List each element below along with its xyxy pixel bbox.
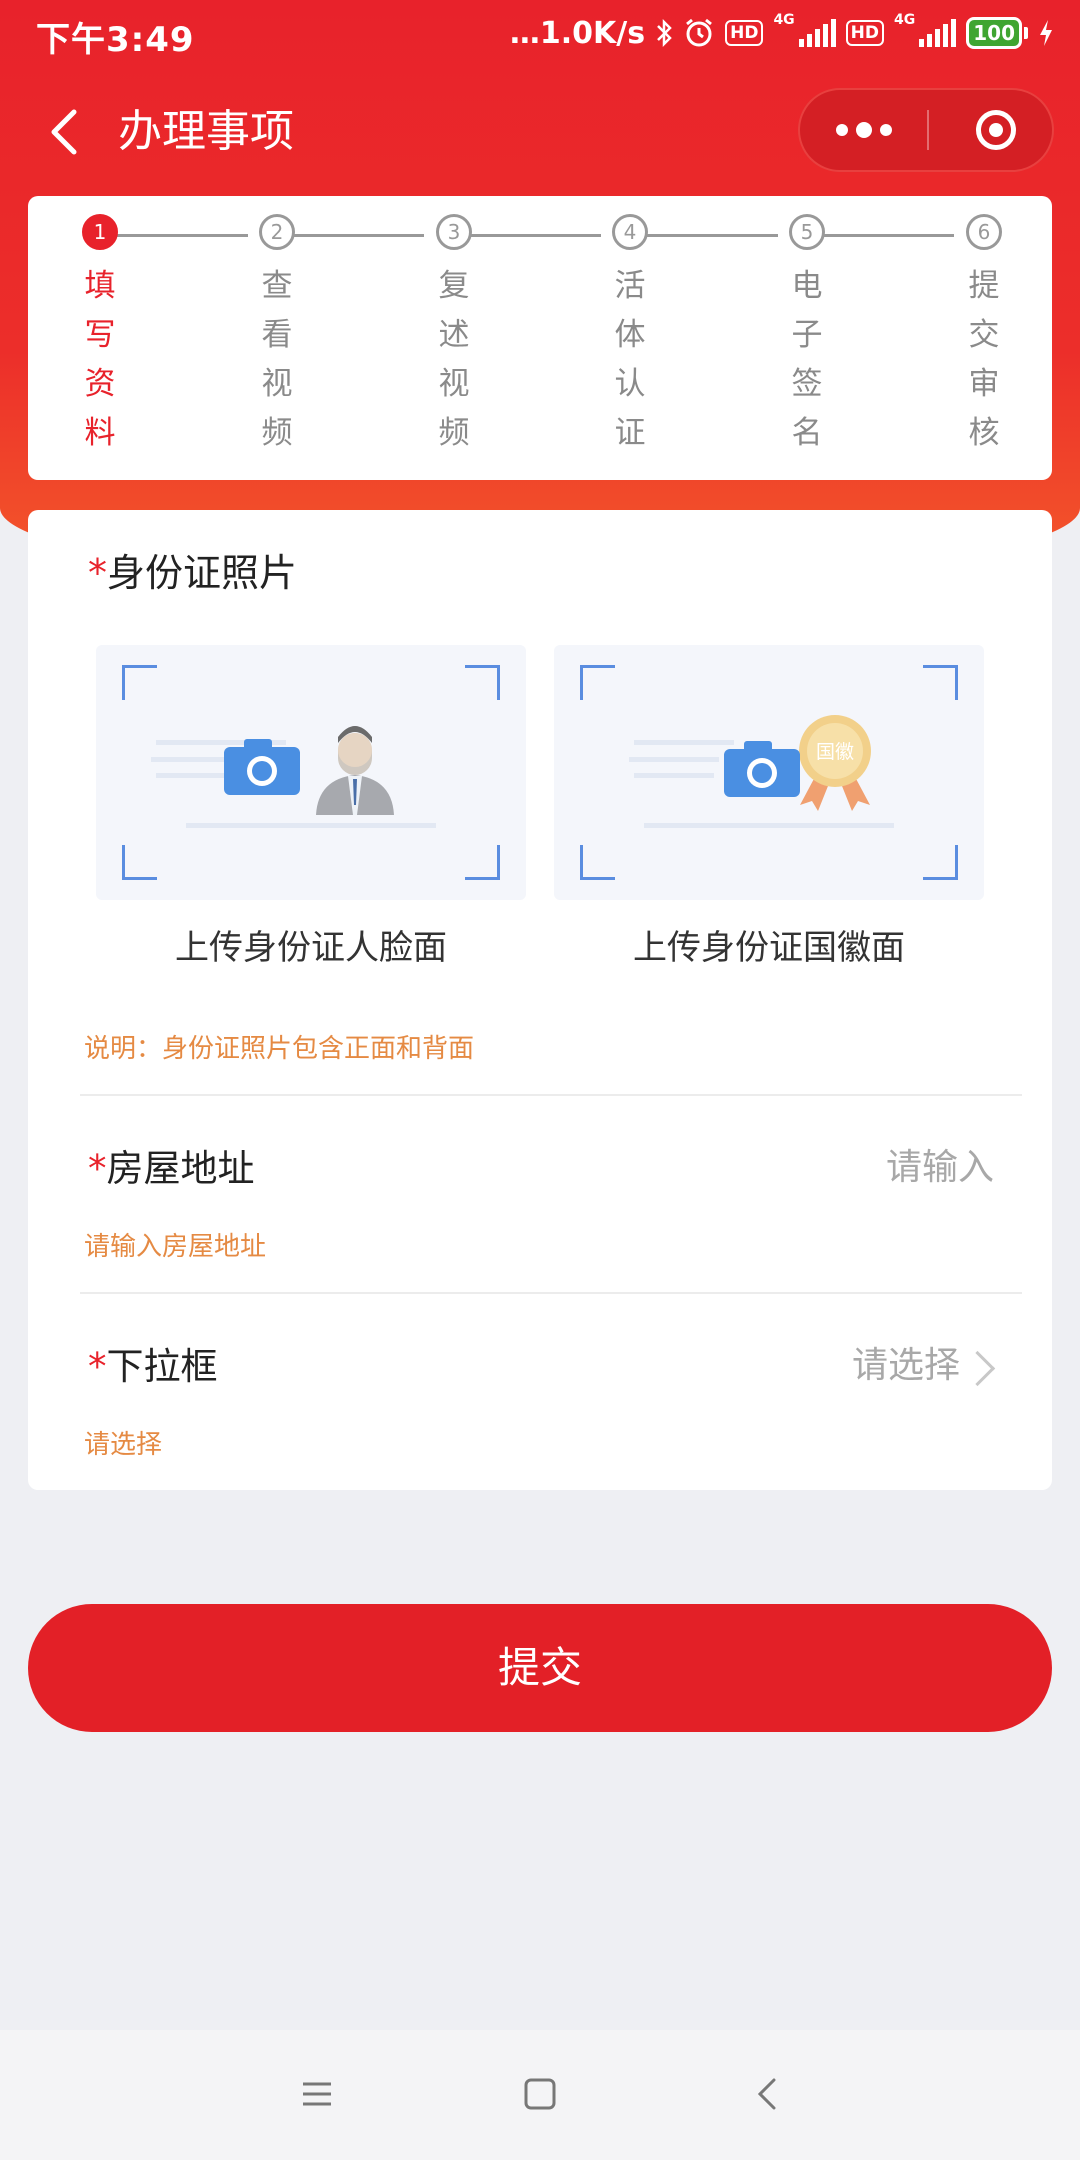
- back-arrow-icon[interactable]: [40, 104, 96, 160]
- progress-steps: 1 填写资料 2 查看视频 3 复述视频 4 活体认证 5 电子签名 6 提交审…: [28, 196, 1052, 480]
- network-type: 4G: [894, 12, 916, 28]
- step-label: 提交审核: [968, 268, 1000, 451]
- upload-id-front[interactable]: [96, 645, 526, 900]
- chevron-right-icon: [959, 1350, 996, 1387]
- step-label: 填写资料: [84, 268, 116, 451]
- hd-badge: HD: [725, 20, 764, 46]
- step-6: 6 提交审核: [954, 214, 1014, 458]
- step-label: 复述视频: [438, 268, 470, 451]
- home-icon[interactable]: [520, 2074, 560, 2114]
- address-label: *房屋地址: [88, 1138, 255, 1192]
- close-target-icon[interactable]: [976, 110, 1016, 150]
- step-number: 5: [789, 214, 825, 250]
- step-2: 2 查看视频: [247, 214, 307, 458]
- divider: [80, 1094, 1022, 1096]
- upload-id-back[interactable]: 国徽: [554, 645, 984, 900]
- signal-icon: [798, 19, 836, 47]
- camera-icon: [724, 741, 800, 797]
- step-label: 电子签名: [791, 268, 823, 451]
- id-front-illustration: [151, 726, 436, 828]
- dropdown-hint: 请选择: [84, 1430, 163, 1460]
- svg-text:国徽: 国徽: [816, 741, 854, 763]
- id-back-illustration: 国徽: [629, 715, 894, 828]
- person-icon: [316, 726, 394, 815]
- id-photo-note: 说明：身份证照片包含正面和背面: [84, 1034, 475, 1064]
- system-nav-bar: [0, 2030, 1080, 2160]
- dropdown-label: *下拉框: [88, 1336, 218, 1390]
- step-number: 4: [612, 214, 648, 250]
- menu-icon[interactable]: [297, 2074, 337, 2114]
- step-number: 2: [259, 214, 295, 250]
- status-indicators: …1.0K/s HD 4G HD 4G 100: [510, 12, 1054, 54]
- step-label: 查看视频: [261, 268, 293, 451]
- bluetooth-icon: [657, 18, 672, 48]
- battery-icon: 100: [966, 17, 1022, 49]
- divider: [80, 1292, 1022, 1294]
- charging-icon: [1040, 20, 1052, 46]
- step-3: 3 复述视频: [424, 214, 484, 458]
- form-card: *身份证照片 上传身份证人脸面 国徽 上传身份证国徽面 说明：身份证照片包含正面…: [28, 510, 1052, 1490]
- back-icon[interactable]: [748, 2074, 788, 2114]
- address-hint: 请输入房屋地址: [84, 1232, 267, 1262]
- dropdown-select[interactable]: 请选择: [852, 1336, 960, 1388]
- camera-icon: [224, 739, 300, 795]
- address-input[interactable]: 请输入: [886, 1138, 994, 1190]
- required-mark: *: [88, 551, 107, 595]
- step-number: 1: [82, 214, 118, 250]
- status-time: 下午3:49: [36, 20, 195, 60]
- upload-id-front-label: 上传身份证人脸面: [175, 928, 447, 968]
- id-photo-title-text: 身份证照片: [107, 551, 298, 595]
- dropdown-label-text: 下拉框: [106, 1345, 218, 1388]
- status-bar: 下午3:49 …1.0K/s HD 4G HD 4G 100: [0, 0, 1080, 66]
- required-mark: *: [88, 1147, 107, 1190]
- upload-id-back-label: 上传身份证国徽面: [633, 928, 905, 968]
- more-dots-icon[interactable]: [800, 90, 928, 170]
- hd-badge: HD: [845, 20, 885, 46]
- step-5: 5 电子签名: [777, 214, 837, 458]
- id-photo-title: *身份证照片: [88, 542, 297, 597]
- battery-cap: [1024, 27, 1028, 39]
- submit-button[interactable]: 提交: [28, 1604, 1052, 1732]
- emblem-icon: 国徽: [799, 715, 871, 811]
- signal-icon: [919, 19, 957, 47]
- step-1: 1 填写资料: [70, 214, 130, 458]
- step-label: 活体认证: [614, 268, 646, 451]
- alarm-icon: [686, 18, 713, 47]
- network-type: 4G: [773, 12, 795, 28]
- required-mark: *: [88, 1345, 107, 1388]
- network-speed: …1.0K/s: [509, 15, 646, 51]
- address-label-text: 房屋地址: [106, 1147, 255, 1190]
- nav-bar: 办理事项: [0, 80, 1080, 184]
- step-number: 6: [966, 214, 1002, 250]
- miniprogram-capsule: [798, 88, 1054, 172]
- step-number: 3: [436, 214, 472, 250]
- capsule-divider: [927, 110, 929, 150]
- step-4: 4 活体认证: [600, 214, 660, 458]
- page-title: 办理事项: [118, 106, 294, 157]
